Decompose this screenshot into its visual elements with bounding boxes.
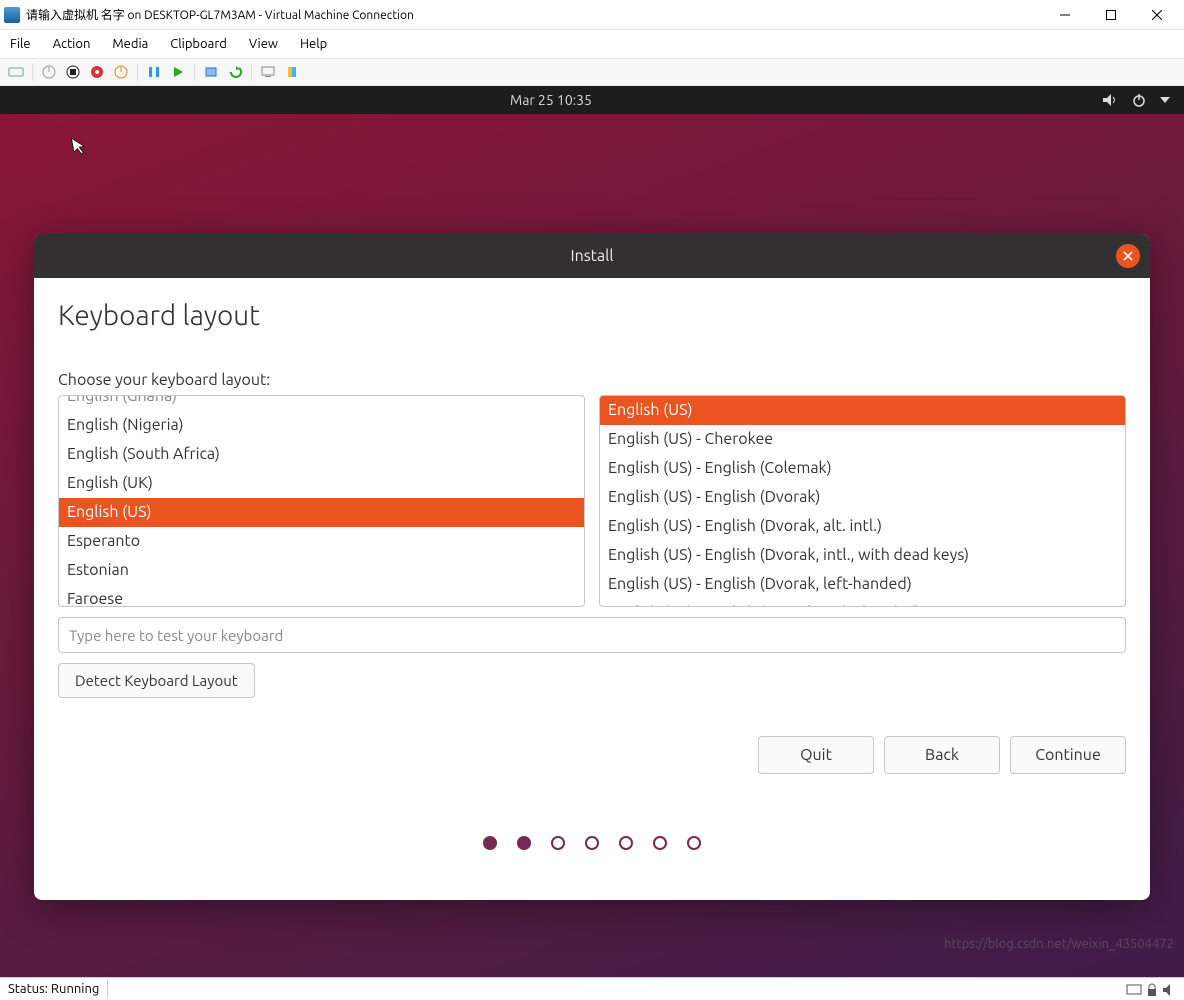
list-item[interactable]: Esperanto: [59, 527, 584, 556]
progress-dot: [517, 836, 531, 850]
list-item[interactable]: English (Ghana): [59, 395, 584, 411]
list-item[interactable]: English (US): [59, 498, 584, 527]
menu-help[interactable]: Help: [300, 37, 327, 51]
list-item[interactable]: Faroese: [59, 585, 584, 607]
close-window-button[interactable]: [1134, 0, 1180, 30]
installer-titlebar[interactable]: Install: [34, 234, 1150, 278]
list-item[interactable]: English (US) - Cherokee: [600, 425, 1125, 454]
list-item[interactable]: English (South Africa): [59, 440, 584, 469]
checkpoint-icon[interactable]: [201, 62, 221, 82]
status-text: Status: Running: [8, 982, 99, 996]
window-title: 请输入虚拟机 名字 on DESKTOP-GL7M3AM - Virtual M…: [26, 6, 1042, 23]
toolbar: [0, 58, 1184, 86]
pause-icon[interactable]: [144, 62, 164, 82]
toolbar-separator: [137, 63, 138, 81]
revert-icon[interactable]: [225, 62, 245, 82]
progress-dot: [619, 836, 633, 850]
keyboard-variant-list[interactable]: English (US)English (US) - CherokeeEngli…: [599, 395, 1126, 607]
list-item[interactable]: English (Nigeria): [59, 411, 584, 440]
turnoff-icon[interactable]: [63, 62, 83, 82]
installer-window: Install Keyboard layout Choose your keyb…: [34, 234, 1150, 900]
gnome-datetime[interactable]: Mar 25 10:35: [0, 92, 1102, 108]
list-item[interactable]: English (US): [600, 396, 1125, 425]
menu-clipboard[interactable]: Clipboard: [170, 37, 227, 51]
menu-action[interactable]: Action: [53, 37, 91, 51]
close-icon[interactable]: [1116, 244, 1140, 268]
status-icons: [1126, 983, 1176, 997]
progress-dots: [58, 836, 1126, 850]
toolbar-separator: [194, 63, 195, 81]
reset-icon[interactable]: [168, 62, 188, 82]
menu-file[interactable]: File: [10, 37, 31, 51]
status-bar: Status: Running: [0, 977, 1184, 1000]
progress-dot: [483, 836, 497, 850]
progress-dot: [687, 836, 701, 850]
list-item[interactable]: English (US) - English (Colemak): [600, 454, 1125, 483]
menubar: File Action Media Clipboard View Help: [0, 30, 1184, 58]
list-item[interactable]: English (US) - English (Dvorak, right-ha…: [600, 599, 1125, 607]
power-icon[interactable]: [1132, 93, 1146, 107]
minimize-button[interactable]: [1042, 0, 1088, 30]
toolbar-separator: [32, 63, 33, 81]
watermark-text: https://blog.csdn.net/weixin_43504472: [944, 937, 1174, 951]
installer-title: Install: [570, 247, 613, 265]
page-heading: Keyboard layout: [58, 300, 1126, 331]
gnome-top-bar: Mar 25 10:35: [0, 86, 1184, 114]
progress-dot: [653, 836, 667, 850]
chevron-down-icon[interactable]: [1160, 96, 1170, 104]
list-item[interactable]: English (US) - English (Dvorak, left-han…: [600, 570, 1125, 599]
window-titlebar: 请输入虚拟机 名字 on DESKTOP-GL7M3AM - Virtual M…: [0, 0, 1184, 30]
keyboard-language-list[interactable]: English (Ghana)English (Nigeria)English …: [58, 395, 585, 607]
start-icon[interactable]: [39, 62, 59, 82]
list-item[interactable]: English (US) - English (Dvorak): [600, 483, 1125, 512]
mouse-cursor-icon: [70, 135, 89, 157]
quit-button[interactable]: Quit: [758, 736, 874, 774]
list-item[interactable]: English (US) - English (Dvorak, alt. int…: [600, 512, 1125, 541]
status-divider: [107, 980, 108, 998]
volume-icon[interactable]: [1102, 93, 1118, 107]
detect-keyboard-button[interactable]: Detect Keyboard Layout: [58, 663, 255, 698]
save-icon[interactable]: [111, 62, 131, 82]
lock-status-icon: [1146, 983, 1158, 997]
keyboard-test-input[interactable]: [58, 617, 1126, 653]
continue-button[interactable]: Continue: [1010, 736, 1126, 774]
ctrl-alt-del-icon[interactable]: [6, 62, 26, 82]
toolbar-separator: [251, 63, 252, 81]
list-item[interactable]: English (US) - English (Dvorak, intl., w…: [600, 541, 1125, 570]
app-icon: [4, 7, 20, 23]
network-status-icon: [1126, 983, 1142, 997]
back-button[interactable]: Back: [884, 736, 1000, 774]
progress-dot: [585, 836, 599, 850]
choose-label: Choose your keyboard layout:: [58, 371, 1126, 389]
progress-dot: [551, 836, 565, 850]
share-icon[interactable]: [282, 62, 302, 82]
list-item[interactable]: Estonian: [59, 556, 584, 585]
maximize-button[interactable]: [1088, 0, 1134, 30]
vm-display[interactable]: Mar 25 10:35 Install Keyboard layout Cho…: [0, 86, 1184, 977]
speaker-status-icon: [1162, 983, 1176, 997]
list-item[interactable]: English (UK): [59, 469, 584, 498]
menu-media[interactable]: Media: [112, 37, 148, 51]
enhanced-session-icon[interactable]: [258, 62, 278, 82]
menu-view[interactable]: View: [249, 37, 278, 51]
shutdown-icon[interactable]: [87, 62, 107, 82]
